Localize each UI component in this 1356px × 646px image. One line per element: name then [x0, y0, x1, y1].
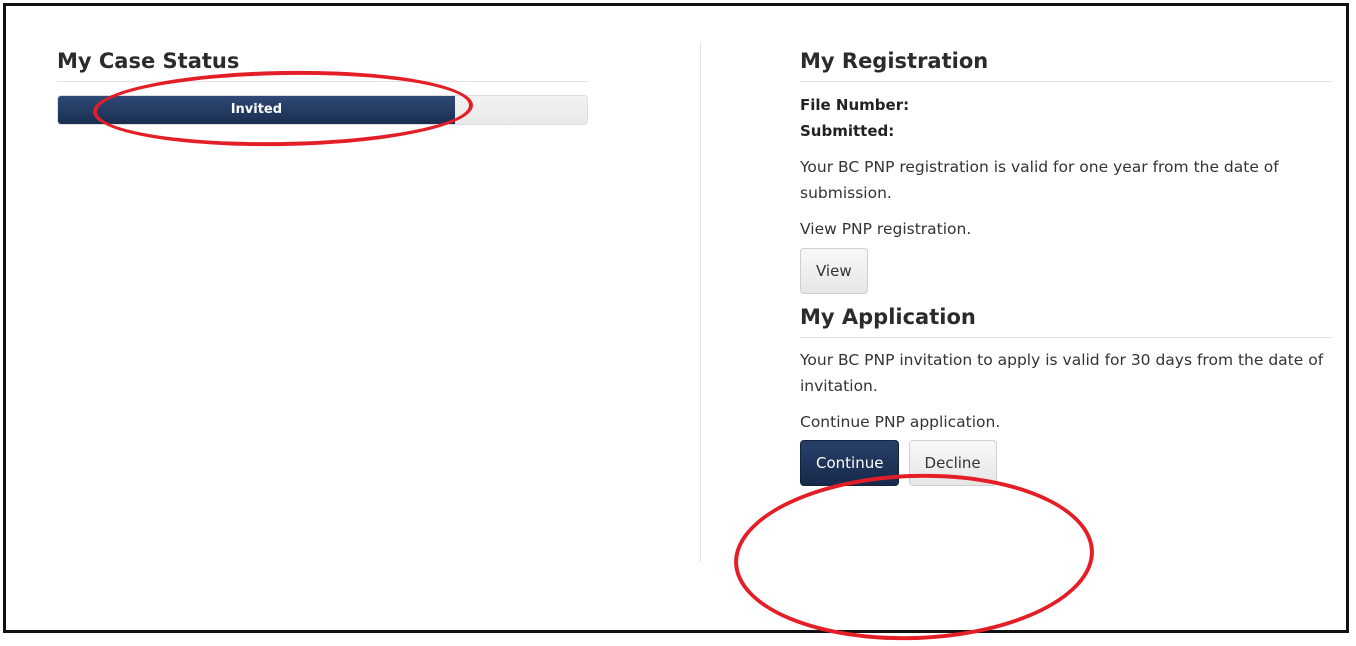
application-section: My Application Your BC PNP invitation to…	[800, 304, 1332, 486]
case-status-progress-bar: Invited	[57, 95, 588, 125]
file-number-label: File Number:	[800, 96, 910, 114]
registration-title: My Registration	[800, 48, 1332, 82]
continue-application-prompt: Continue PNP application.	[800, 413, 1001, 431]
application-title: My Application	[800, 304, 1332, 338]
submitted-label: Submitted:	[800, 122, 895, 140]
right-panel: My Registration File Number: Submitted: …	[800, 48, 1332, 486]
registration-validity-text: Your BC PNP registration is valid for on…	[800, 158, 1279, 202]
case-status-panel: My Case Status Invited	[57, 48, 588, 125]
column-divider	[700, 42, 701, 562]
decline-application-button[interactable]: Decline	[908, 440, 997, 486]
view-registration-button[interactable]: View	[800, 248, 868, 294]
case-status-title: My Case Status	[57, 48, 588, 82]
case-status-progress-fill: Invited	[58, 96, 455, 124]
registration-section: My Registration File Number: Submitted: …	[800, 48, 1332, 294]
application-validity-text: Your BC PNP invitation to apply is valid…	[800, 351, 1324, 395]
view-registration-prompt: View PNP registration.	[800, 220, 972, 238]
continue-application-button[interactable]: Continue	[800, 440, 900, 486]
